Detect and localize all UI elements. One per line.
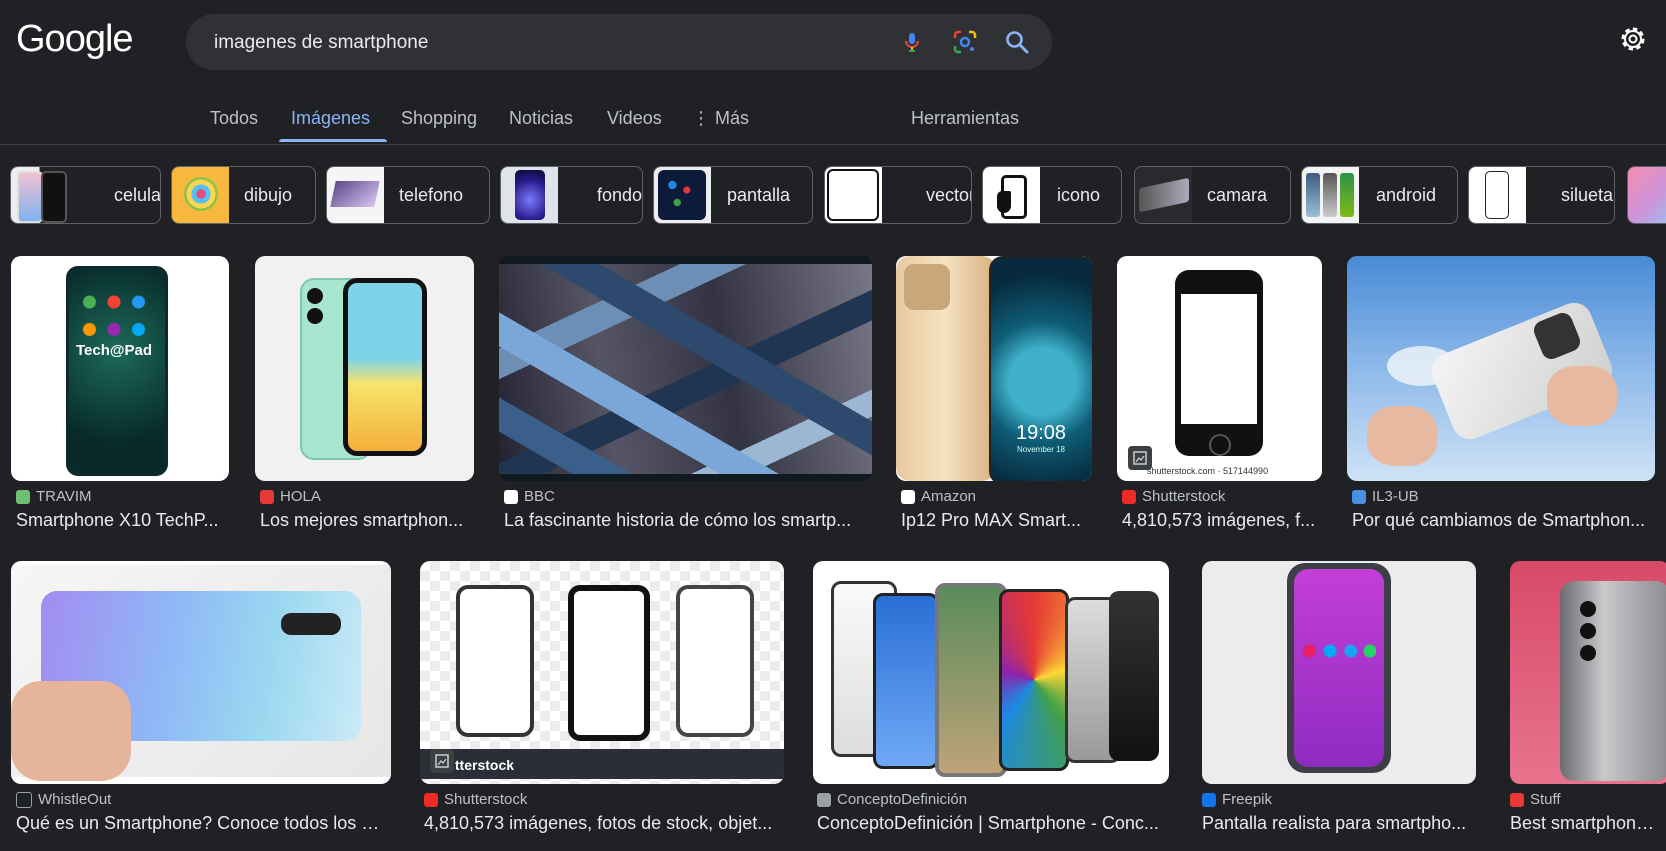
tab-mas[interactable]: ⋮ Más bbox=[692, 108, 749, 129]
chip-label: telefono bbox=[399, 185, 464, 205]
result-thumbnail[interactable] bbox=[11, 561, 391, 784]
clock-overlay: 19:08 bbox=[1015, 422, 1067, 444]
amazon-favicon bbox=[901, 489, 915, 504]
chip-fondo[interactable]: fondo bbox=[500, 166, 643, 224]
result-thumbnail[interactable] bbox=[1347, 256, 1655, 481]
chip-thumbnail bbox=[825, 167, 882, 223]
chip-thumbnail bbox=[172, 167, 229, 223]
result-source: ConceptoDefinición bbox=[817, 791, 967, 808]
whistleout-favicon bbox=[16, 791, 32, 808]
chip-silueta[interactable]: silueta bbox=[1468, 166, 1615, 224]
il3ub-favicon bbox=[1352, 489, 1366, 504]
chip-label: camara bbox=[1207, 185, 1268, 205]
result-title[interactable]: Por qué cambiamos de Smartphon... bbox=[1352, 510, 1652, 531]
clock-date: November 18 bbox=[1016, 445, 1066, 454]
search-input[interactable] bbox=[212, 29, 856, 57]
google-logo[interactable]: Google bbox=[16, 18, 134, 61]
tab-noticias[interactable]: Noticias bbox=[509, 108, 573, 129]
chip-thumbnail bbox=[327, 167, 384, 223]
active-tab-indicator bbox=[279, 139, 387, 142]
result-title[interactable]: La fascinante historia de cómo los smart… bbox=[504, 510, 864, 531]
shutterstock-id-watermark: shutterstock.com · 517144990 bbox=[1147, 466, 1269, 476]
shutterstock-favicon bbox=[1122, 489, 1136, 504]
chip-celular[interactable]: celular bbox=[10, 166, 161, 224]
result-title[interactable]: ConceptoDefinición | Smartphone - Conc..… bbox=[817, 813, 1167, 834]
chip-label: celular bbox=[114, 185, 161, 205]
chip-pantalla[interactable]: pantalla bbox=[653, 166, 813, 224]
result-source: Shutterstock bbox=[1122, 488, 1225, 505]
stuff-favicon bbox=[1510, 792, 1524, 807]
chip-label: fondo bbox=[597, 185, 643, 205]
chip-icono[interactable]: icono bbox=[982, 166, 1122, 224]
lens-icon[interactable] bbox=[949, 26, 981, 58]
tab-shopping[interactable]: Shopping bbox=[401, 108, 477, 129]
result-thumbnail[interactable]: shutterstock.com · 517144990 bbox=[1117, 256, 1322, 481]
chip-telefono[interactable]: telefono bbox=[326, 166, 490, 224]
result-source: TRAVIM bbox=[16, 488, 92, 505]
chip-thumbnail bbox=[501, 167, 558, 223]
chip-label: icono bbox=[1057, 185, 1101, 205]
chip-label: silueta bbox=[1561, 185, 1614, 205]
tools-button[interactable]: Herramientas bbox=[911, 108, 1019, 129]
settings-gear-icon[interactable] bbox=[1618, 24, 1650, 56]
result-source: Freepik bbox=[1202, 791, 1272, 808]
chip-thumbnail bbox=[1469, 167, 1526, 223]
result-thumbnail[interactable]: Tech@Pad bbox=[11, 256, 229, 481]
result-source: WhistleOut bbox=[16, 791, 111, 808]
result-title[interactable]: Qué es un Smartphone? Conoce todos los d… bbox=[16, 813, 386, 834]
tab-imagenes[interactable]: Imágenes bbox=[291, 108, 370, 129]
chip-label: pantalla bbox=[727, 185, 791, 205]
result-source: HOLA bbox=[260, 488, 321, 505]
result-source: Stuff bbox=[1510, 791, 1561, 808]
chip-more[interactable] bbox=[1627, 166, 1666, 224]
result-thumbnail[interactable] bbox=[255, 256, 474, 481]
chip-vector[interactable]: vector bbox=[824, 166, 972, 224]
result-source: Amazon bbox=[901, 488, 976, 505]
result-title[interactable]: 4,810,573 imágenes, f... bbox=[1122, 510, 1322, 531]
hola-favicon bbox=[260, 489, 274, 504]
result-source: Shutterstock bbox=[424, 791, 527, 808]
chip-label: dibujo bbox=[244, 185, 293, 205]
result-title[interactable]: Los mejores smartphon... bbox=[260, 510, 470, 531]
search-tabs: Todos Imágenes Shopping Noticias Videos … bbox=[0, 96, 1666, 145]
techpad-watermark: Tech@Pad bbox=[75, 342, 153, 359]
freepik-favicon bbox=[1202, 792, 1216, 807]
chip-thumbnail bbox=[983, 167, 1040, 223]
bbc-favicon bbox=[504, 489, 518, 504]
result-thumbnail[interactable]: 19:08 November 18 bbox=[896, 256, 1092, 481]
chip-label: vector bbox=[926, 185, 972, 205]
chip-android[interactable]: android bbox=[1301, 166, 1458, 224]
result-title[interactable]: Pantalla realista para smartpho... bbox=[1202, 813, 1472, 834]
chip-camara[interactable]: camara bbox=[1134, 166, 1291, 224]
tab-todos[interactable]: Todos bbox=[210, 108, 258, 129]
conceptodefinicion-favicon bbox=[817, 792, 831, 807]
result-thumbnail[interactable] bbox=[1510, 561, 1666, 784]
result-title[interactable]: Ip12 Pro MAX Smart... bbox=[901, 510, 1091, 531]
result-thumbnail[interactable]: shutterstock bbox=[420, 561, 784, 784]
chip-thumbnail bbox=[654, 167, 711, 223]
chip-thumbnail bbox=[1628, 167, 1666, 223]
shutterstock-favicon bbox=[424, 792, 438, 807]
result-source: BBC bbox=[504, 488, 555, 505]
chip-thumbnail bbox=[11, 167, 68, 223]
result-title[interactable]: Smartphone X10 TechP... bbox=[16, 510, 226, 531]
chip-thumbnail bbox=[1302, 167, 1359, 223]
result-thumbnail[interactable] bbox=[813, 561, 1169, 784]
image-save-icon[interactable] bbox=[430, 749, 454, 773]
result-source: IL3-UB bbox=[1352, 488, 1419, 505]
result-title[interactable]: 4,810,573 imágenes, fotos de stock, obje… bbox=[424, 813, 784, 834]
result-thumbnail[interactable] bbox=[499, 256, 872, 481]
search-icon[interactable] bbox=[1001, 26, 1033, 58]
search-box bbox=[186, 14, 1052, 70]
chip-label: android bbox=[1376, 185, 1437, 205]
chip-dibujo[interactable]: dibujo bbox=[171, 166, 316, 224]
chip-thumbnail bbox=[1135, 167, 1192, 223]
travim-favicon bbox=[16, 489, 30, 504]
microphone-icon[interactable] bbox=[896, 26, 928, 58]
result-title[interactable]: Best smartphone 2 bbox=[1510, 813, 1660, 834]
result-thumbnail[interactable] bbox=[1202, 561, 1476, 784]
image-save-icon[interactable] bbox=[1128, 446, 1152, 470]
tab-videos[interactable]: Videos bbox=[607, 108, 662, 129]
